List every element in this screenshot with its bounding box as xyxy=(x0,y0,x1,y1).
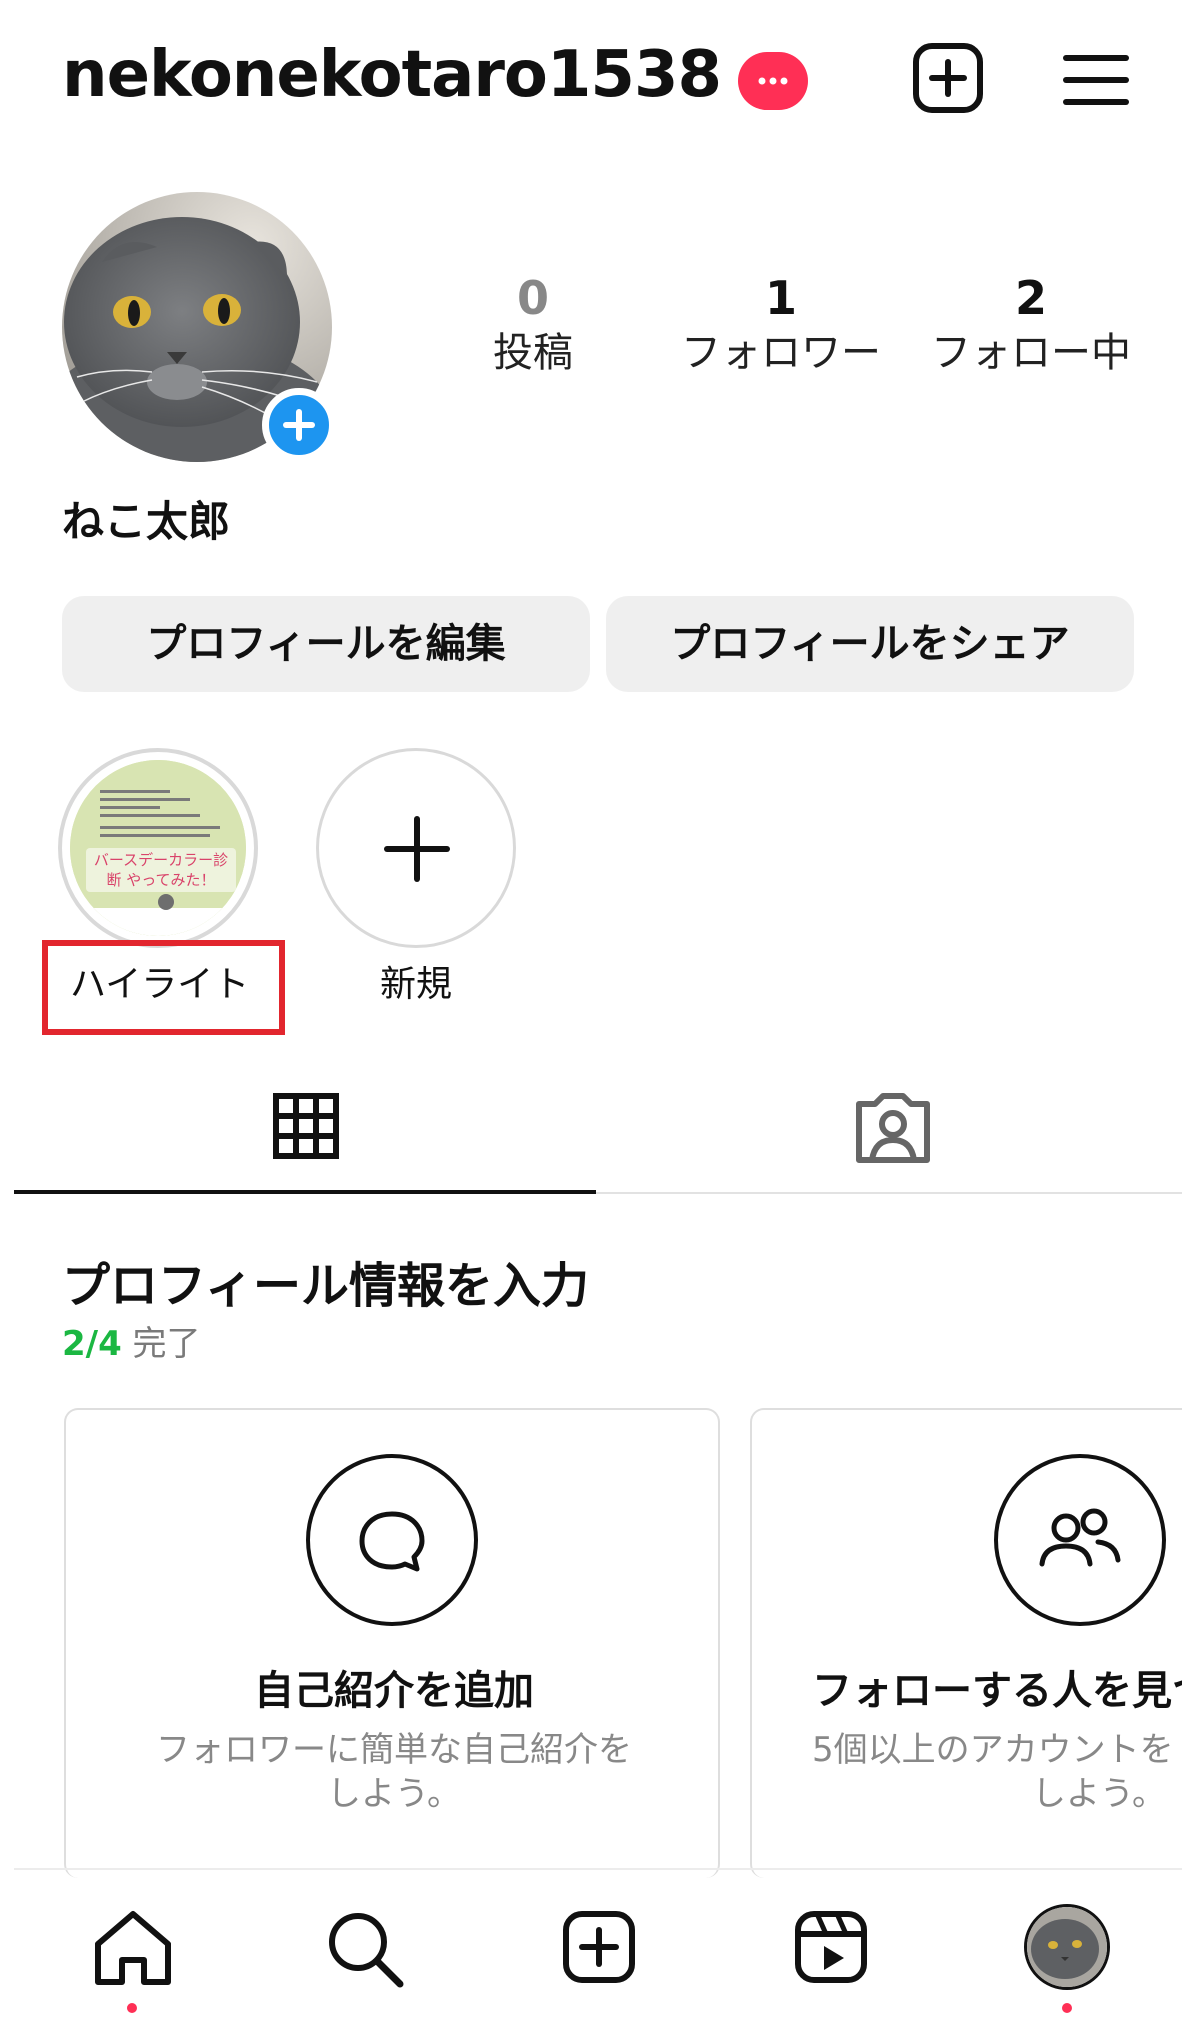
people-icon xyxy=(994,1454,1166,1626)
plus-icon xyxy=(384,816,450,882)
highlight-item[interactable]: バースデーカラー診断 やってみた！ xyxy=(58,748,258,948)
menu-button[interactable] xyxy=(1062,52,1130,108)
card-description: 5個以上のアカウントを しよう。 xyxy=(812,1728,1200,1816)
profile-info-progress: 2/4 完了 xyxy=(62,1316,201,1365)
card-find-people[interactable]: フォローする人を見つ 5個以上のアカウントを しよう。 xyxy=(750,1408,1200,1878)
nav-search-button[interactable] xyxy=(320,1902,410,1992)
tab-divider xyxy=(596,1192,1182,1194)
nav-reels-button[interactable] xyxy=(788,1902,878,1992)
profile-username[interactable]: nekonekotaro1538 xyxy=(62,38,722,112)
reels-icon xyxy=(795,1911,867,1983)
card-desc-line-2: しよう。 xyxy=(327,1774,461,1814)
card-desc-line-2: しよう。 xyxy=(1032,1774,1166,1814)
progress-text: 完了 xyxy=(132,1324,201,1364)
highlight-cover-image xyxy=(70,760,246,936)
card-title: フォローする人を見つ xyxy=(812,1668,1200,1714)
create-icon xyxy=(563,1911,635,1983)
active-tab-indicator xyxy=(14,1190,596,1194)
card-desc-line-1: フォロワーに簡単な自己紹介を xyxy=(156,1730,632,1770)
progress-count: 2/4 xyxy=(62,1324,122,1364)
stat-posts-count: 0 xyxy=(516,271,549,325)
display-name: ねこ太郎 xyxy=(62,497,231,546)
plus-icon xyxy=(283,409,315,441)
stat-posts-label: 投稿 xyxy=(493,330,573,376)
new-highlight-label: 新規 xyxy=(379,964,452,1005)
tab-tagged[interactable] xyxy=(600,1060,1182,1194)
notification-badge[interactable] xyxy=(738,52,808,110)
tab-posts-grid[interactable] xyxy=(14,1060,596,1194)
add-story-button[interactable] xyxy=(262,388,336,462)
card-add-bio[interactable]: 自己紹介を追加 フォロワーに簡単な自己紹介を しよう。 xyxy=(64,1408,720,1878)
nav-create-button[interactable] xyxy=(556,1902,646,1992)
highlight-cover-text: バースデーカラー診断 やってみた！ xyxy=(93,851,229,889)
speech-bubble-icon xyxy=(306,1454,478,1626)
profile-info-title: プロフィール情報を入力 xyxy=(62,1258,590,1314)
new-highlight-button[interactable] xyxy=(316,748,516,948)
highlight-cover: バースデーカラー診断 やってみた！ xyxy=(70,760,246,936)
stat-followers[interactable]: 1 フォロワー xyxy=(666,270,896,380)
stat-following-label: フォロー中 xyxy=(931,330,1131,376)
nav-profile-button[interactable] xyxy=(1024,1904,1110,1990)
viewport-edge xyxy=(1182,1400,1200,1880)
card-desc-line-1: 5個以上のアカウントを xyxy=(812,1730,1174,1770)
nav-home-button[interactable] xyxy=(88,1902,178,1992)
edit-profile-button[interactable]: プロフィールを編集 xyxy=(62,596,590,692)
stat-posts[interactable]: 0 投稿 xyxy=(418,270,648,380)
tagged-person-icon xyxy=(856,1093,930,1163)
hamburger-menu-icon xyxy=(1063,55,1129,105)
nav-profile-activity-dot xyxy=(1062,2003,1072,2013)
plus-square-icon xyxy=(913,43,983,113)
card-description: フォロワーに簡単な自己紹介を しよう。 xyxy=(66,1728,722,1816)
home-icon xyxy=(95,1911,171,1985)
stat-following[interactable]: 2 フォロー中 xyxy=(916,270,1146,380)
highlight-annotation-box xyxy=(42,940,285,1035)
card-title: 自己紹介を追加 xyxy=(254,1668,534,1714)
stat-followers-label: フォロワー xyxy=(681,330,881,376)
stat-following-count: 2 xyxy=(1014,271,1047,325)
grid-icon xyxy=(273,1093,339,1159)
share-profile-button[interactable]: プロフィールをシェア xyxy=(606,596,1134,692)
profile-avatar-icon xyxy=(1027,1907,1107,1987)
bottom-nav-divider xyxy=(14,1868,1182,1870)
search-icon xyxy=(329,1913,404,1988)
nav-home-activity-dot xyxy=(127,2003,137,2013)
stat-followers-count: 1 xyxy=(764,271,797,325)
create-post-button[interactable] xyxy=(912,42,984,114)
